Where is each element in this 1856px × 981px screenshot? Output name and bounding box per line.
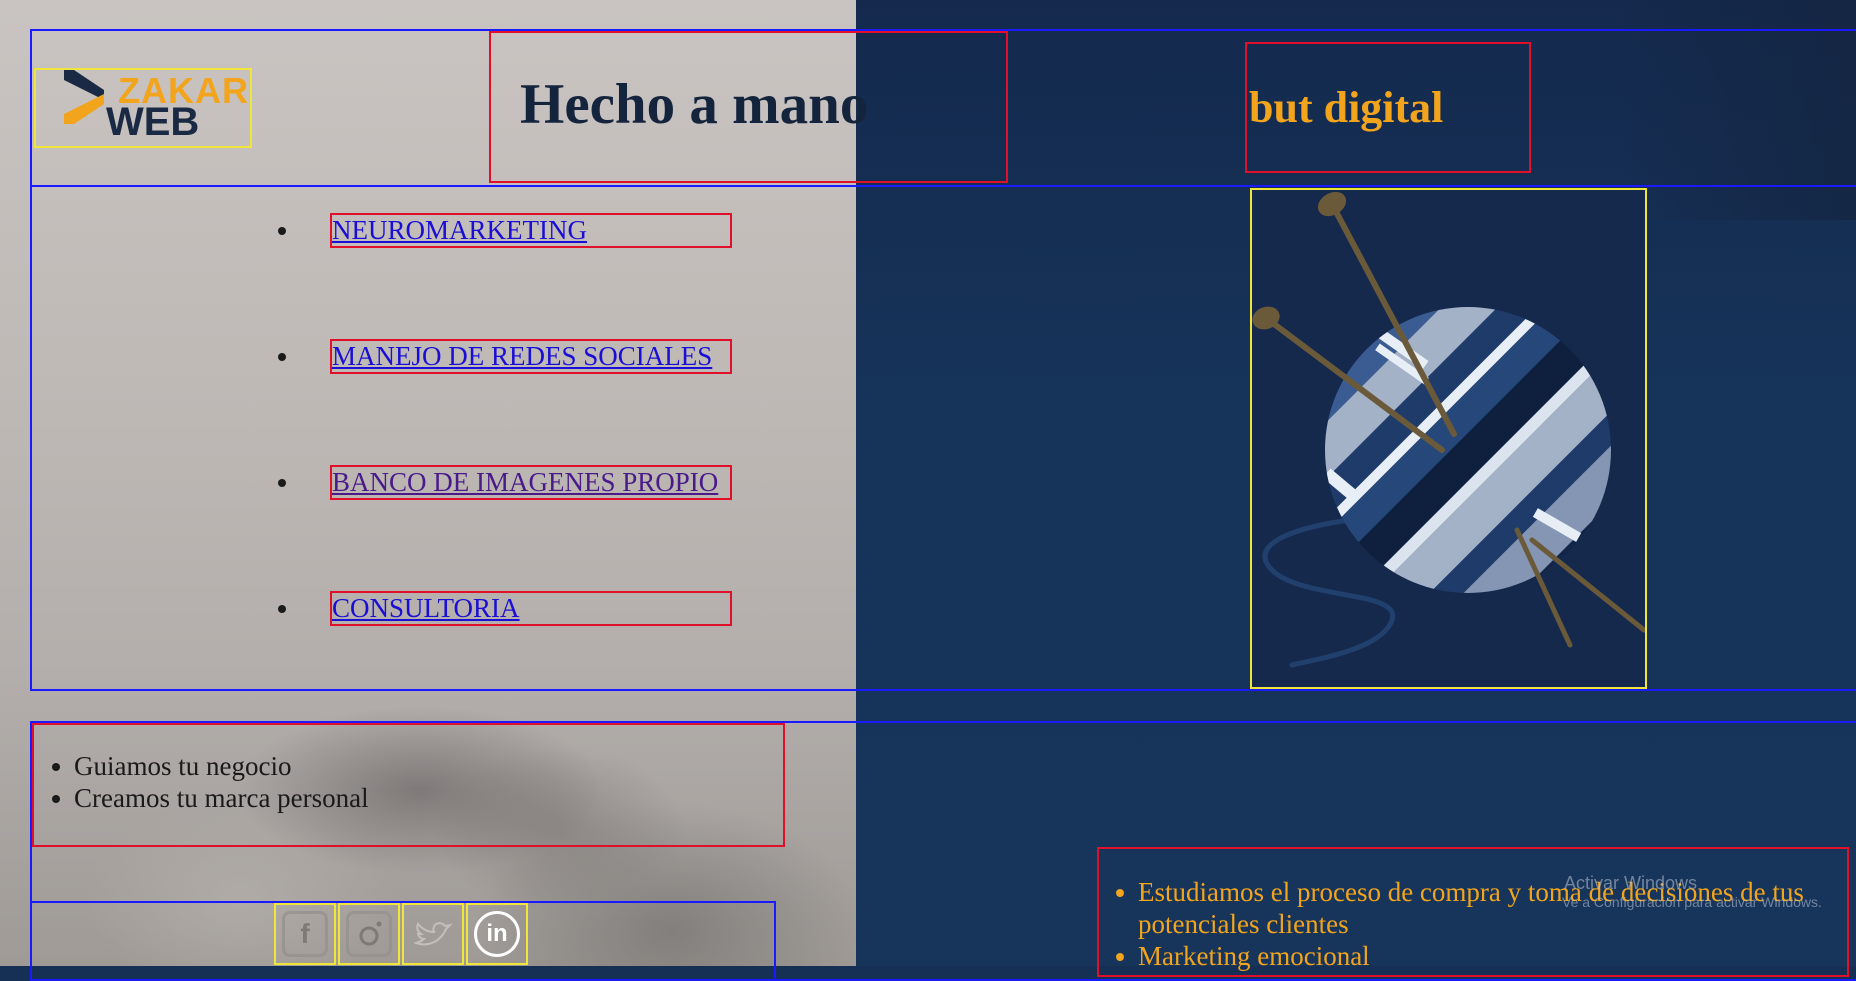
instagram-link[interactable] (338, 903, 400, 965)
list-item: Marketing emocional (1112, 940, 1842, 972)
left-list: Guiamos tu negocio Creamos tu marca pers… (48, 750, 369, 814)
logo[interactable]: ZAKAR WEB (60, 70, 250, 146)
list-item: Guiamos tu negocio (48, 750, 369, 782)
logo-chevron-icon (64, 70, 104, 124)
watermark-title: Activar Windows (1564, 873, 1698, 893)
facebook-icon: f (282, 911, 328, 957)
nav-item-banco-imagenes: BANCO DE IMAGENES PROPIO (278, 465, 734, 500)
nav-link-banco-imagenes[interactable]: BANCO DE IMAGENES PROPIO (332, 466, 718, 499)
facebook-link[interactable]: f (274, 903, 336, 965)
nav-link-consultoria[interactable]: CONSULTORIA (332, 592, 520, 625)
page-title: Hecho a mano (520, 73, 869, 136)
twitter-icon (410, 911, 456, 957)
nav-item-neuromarketing: NEUROMARKETING (278, 213, 734, 248)
nav-link-neuromarketing[interactable]: NEUROMARKETING (332, 214, 587, 247)
logo-word-web: WEB (106, 100, 200, 144)
yarn-ball-icon (1252, 191, 1647, 668)
yarn-illustration (1250, 188, 1647, 689)
linkedin-link[interactable]: in (466, 903, 528, 965)
nav-link-redes-sociales[interactable]: MANEJO DE REDES SOCIALES (332, 340, 712, 373)
instagram-icon (346, 911, 392, 957)
nav-item-consultoria: CONSULTORIA (278, 591, 734, 626)
page-subtitle: but digital (1249, 83, 1444, 132)
linkedin-icon: in (474, 911, 520, 957)
watermark-subtitle: Ve a Configuración para activar Windows. (1562, 894, 1822, 910)
twitter-link[interactable] (402, 903, 464, 965)
nav-item-redes-sociales: MANEJO DE REDES SOCIALES (278, 339, 734, 374)
list-item: Creamos tu marca personal (48, 782, 369, 814)
windows-activation-watermark: Activar Windows Ve a Configuración para … (1562, 873, 1822, 910)
